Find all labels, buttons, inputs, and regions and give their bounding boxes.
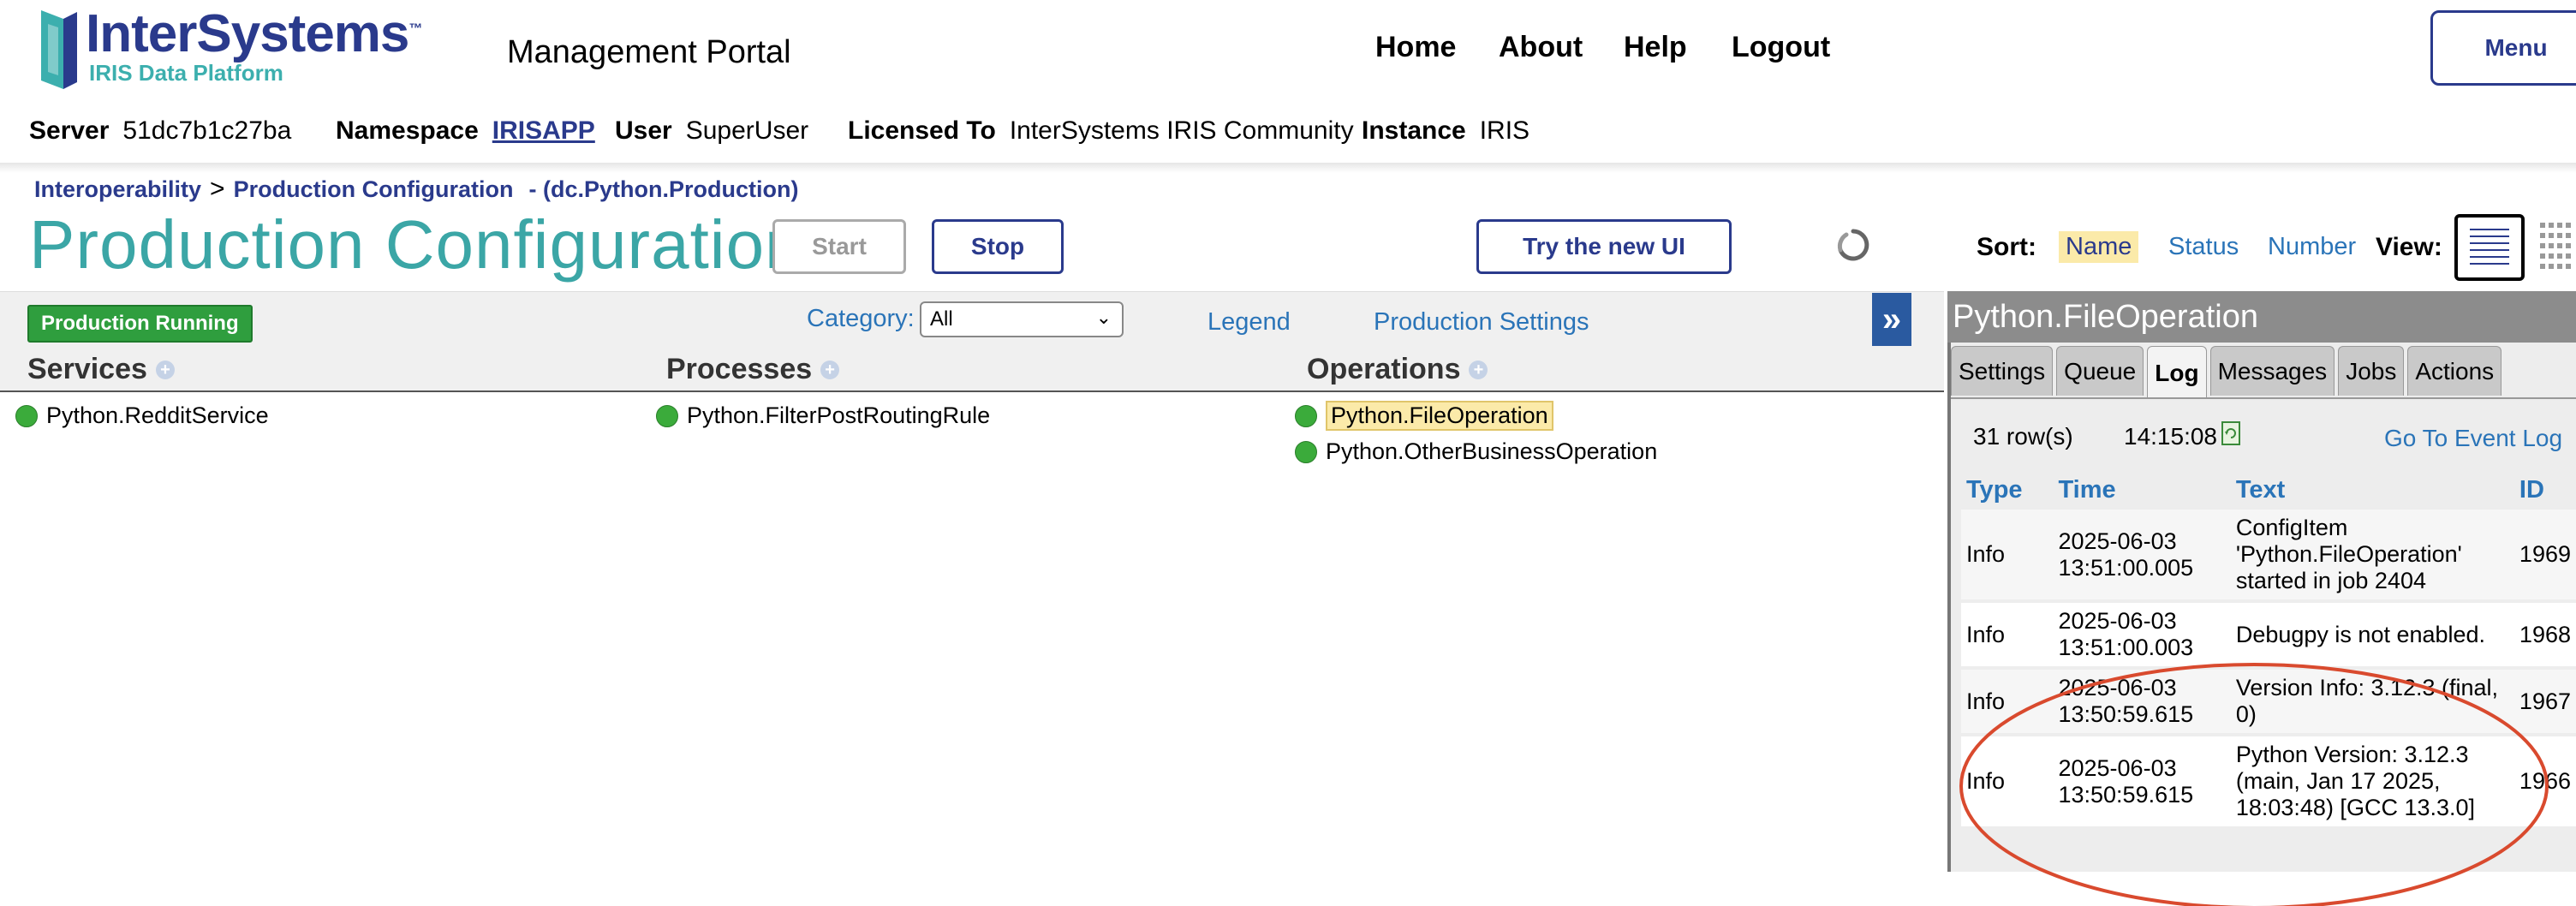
column-header-text[interactable]: Text bbox=[2231, 471, 2514, 510]
add-service-icon[interactable]: + bbox=[155, 360, 175, 379]
grid-view-icon[interactable] bbox=[2537, 219, 2576, 279]
column-header-time[interactable]: Time bbox=[2053, 471, 2230, 510]
service-item[interactable]: Python.RedditService bbox=[15, 402, 269, 429]
processes-header: Processes + bbox=[666, 353, 840, 386]
tab-queue[interactable]: Queue bbox=[2056, 346, 2144, 396]
status-running-icon bbox=[1295, 440, 1317, 463]
breadcrumb-current-link[interactable]: Production Configuration bbox=[234, 176, 514, 202]
namespace-label: Namespace bbox=[336, 116, 479, 145]
stop-button[interactable]: Stop bbox=[932, 219, 1064, 274]
chevron-down-icon: ⌄ bbox=[1095, 307, 1112, 328]
view-label: View: bbox=[2376, 233, 2442, 261]
tab-settings[interactable]: Settings bbox=[1951, 346, 2054, 396]
start-button[interactable]: Start bbox=[772, 219, 906, 274]
status-running-icon bbox=[1295, 404, 1317, 427]
breadcrumb-interoperability-link[interactable]: Interoperability bbox=[34, 176, 201, 202]
log-row[interactable]: Info 2025-06-03 13:51:00.005 ConfigItem … bbox=[1961, 510, 2576, 603]
portal-title: Management Portal bbox=[507, 34, 791, 70]
nav-home-link[interactable]: Home bbox=[1375, 31, 1456, 64]
page-title: Production Configuration bbox=[29, 206, 804, 283]
tab-actions[interactable]: Actions bbox=[2407, 346, 2502, 396]
sort-number-option[interactable]: Number bbox=[2268, 233, 2356, 261]
log-timestamp: 14:15:08 bbox=[2124, 423, 2217, 450]
log-id: 1969 bbox=[2513, 510, 2576, 603]
view-list-button[interactable] bbox=[2454, 214, 2525, 281]
highlight-ellipse-annotation bbox=[1959, 663, 2549, 906]
breadcrumb-production-name: - (dc.Python.Production) bbox=[528, 176, 799, 202]
sort-name-option[interactable]: Name bbox=[2059, 231, 2139, 263]
tab-jobs[interactable]: Jobs bbox=[2338, 346, 2405, 396]
intersystems-logo-mark bbox=[41, 10, 77, 89]
licensed-value: InterSystems IRIS Community bbox=[1009, 116, 1354, 145]
log-type: Info bbox=[1961, 510, 2054, 603]
breadcrumb: Interoperability > Production Configuratio… bbox=[34, 175, 799, 204]
go-to-event-log-link[interactable]: Go To Event Log bbox=[2384, 425, 2562, 452]
category-selected-value: All bbox=[930, 307, 953, 331]
nav-about-link[interactable]: About bbox=[1499, 31, 1583, 64]
status-running-icon bbox=[15, 404, 38, 427]
process-item-label: Python.FilterPostRoutingRule bbox=[687, 402, 991, 428]
server-label: Server bbox=[29, 116, 110, 145]
production-status-badge: Production Running bbox=[27, 305, 253, 343]
collapse-panel-button[interactable]: » bbox=[1872, 293, 1911, 346]
add-operation-icon[interactable]: + bbox=[1469, 360, 1488, 379]
tab-log[interactable]: Log bbox=[2147, 346, 2207, 399]
try-new-ui-button[interactable]: Try the new UI bbox=[1476, 219, 1732, 274]
tab-divider bbox=[1951, 397, 2576, 399]
licensed-label: Licensed To bbox=[848, 116, 996, 145]
namespace-link[interactable]: IRISAPP bbox=[492, 116, 595, 145]
sort-label: Sort: bbox=[1977, 233, 2036, 261]
column-header-id[interactable]: ID bbox=[2514, 471, 2576, 510]
columns-header bbox=[0, 355, 1944, 392]
legend-link[interactable]: Legend bbox=[1208, 308, 1291, 337]
operation-item[interactable]: Python.OtherBusinessOperation bbox=[1295, 438, 1657, 465]
menu-button[interactable]: Menu bbox=[2430, 10, 2576, 86]
service-item-label: Python.RedditService bbox=[46, 402, 269, 428]
category-select[interactable]: All ⌄ bbox=[920, 301, 1124, 337]
operations-header: Operations + bbox=[1307, 353, 1488, 386]
nav-logout-link[interactable]: Logout bbox=[1732, 31, 1830, 64]
breadcrumb-separator: > bbox=[210, 175, 225, 203]
operation-item-label: Python.OtherBusinessOperation bbox=[1326, 438, 1658, 464]
category-label: Category: bbox=[807, 305, 915, 332]
user-label: User bbox=[615, 116, 672, 145]
server-value: 51dc7b1c27ba bbox=[122, 116, 292, 145]
operation-item-selected[interactable]: Python.FileOperation bbox=[1295, 401, 1553, 431]
panel-title: Python.FileOperation bbox=[1947, 291, 2576, 343]
process-item[interactable]: Python.FilterPostRoutingRule bbox=[656, 402, 990, 429]
status-running-icon bbox=[656, 404, 678, 427]
nav-help-link[interactable]: Help bbox=[1624, 31, 1687, 64]
refresh-icon[interactable] bbox=[1833, 224, 1874, 265]
add-process-icon[interactable]: + bbox=[820, 360, 840, 379]
column-header-type[interactable]: Type bbox=[1961, 471, 2053, 510]
tab-messages[interactable]: Messages bbox=[2209, 346, 2335, 396]
panel-tabs: Settings Queue Log Messages Jobs Actions bbox=[1951, 346, 2502, 399]
system-info-bar: Server 51dc7b1c27ba Namespace IRISAPP User… bbox=[0, 103, 2576, 166]
header-divider bbox=[0, 163, 2576, 173]
row-count: 31 row(s) bbox=[1973, 423, 2073, 450]
operation-item-label: Python.FileOperation bbox=[1326, 401, 1553, 431]
instance-value: IRIS bbox=[1479, 116, 1530, 145]
services-header: Services + bbox=[27, 353, 175, 386]
refresh-log-icon[interactable] bbox=[2221, 421, 2240, 445]
brand-subtitle: IRIS Data Platform bbox=[89, 60, 283, 86]
instance-label: Instance bbox=[1362, 116, 1466, 145]
log-table-header: Type Time Text ID bbox=[1961, 471, 2576, 510]
list-view-icon bbox=[2470, 229, 2509, 265]
sort-status-option[interactable]: Status bbox=[2168, 233, 2239, 261]
user-value: SuperUser bbox=[685, 116, 809, 145]
log-text: ConfigItem 'Python.FileOperation' starte… bbox=[2230, 510, 2514, 603]
brand-logo-text: InterSystems™ bbox=[86, 4, 422, 63]
log-time: 2025-06-03 13:51:00.005 bbox=[2053, 510, 2231, 603]
production-settings-link[interactable]: Production Settings bbox=[1374, 308, 1589, 337]
